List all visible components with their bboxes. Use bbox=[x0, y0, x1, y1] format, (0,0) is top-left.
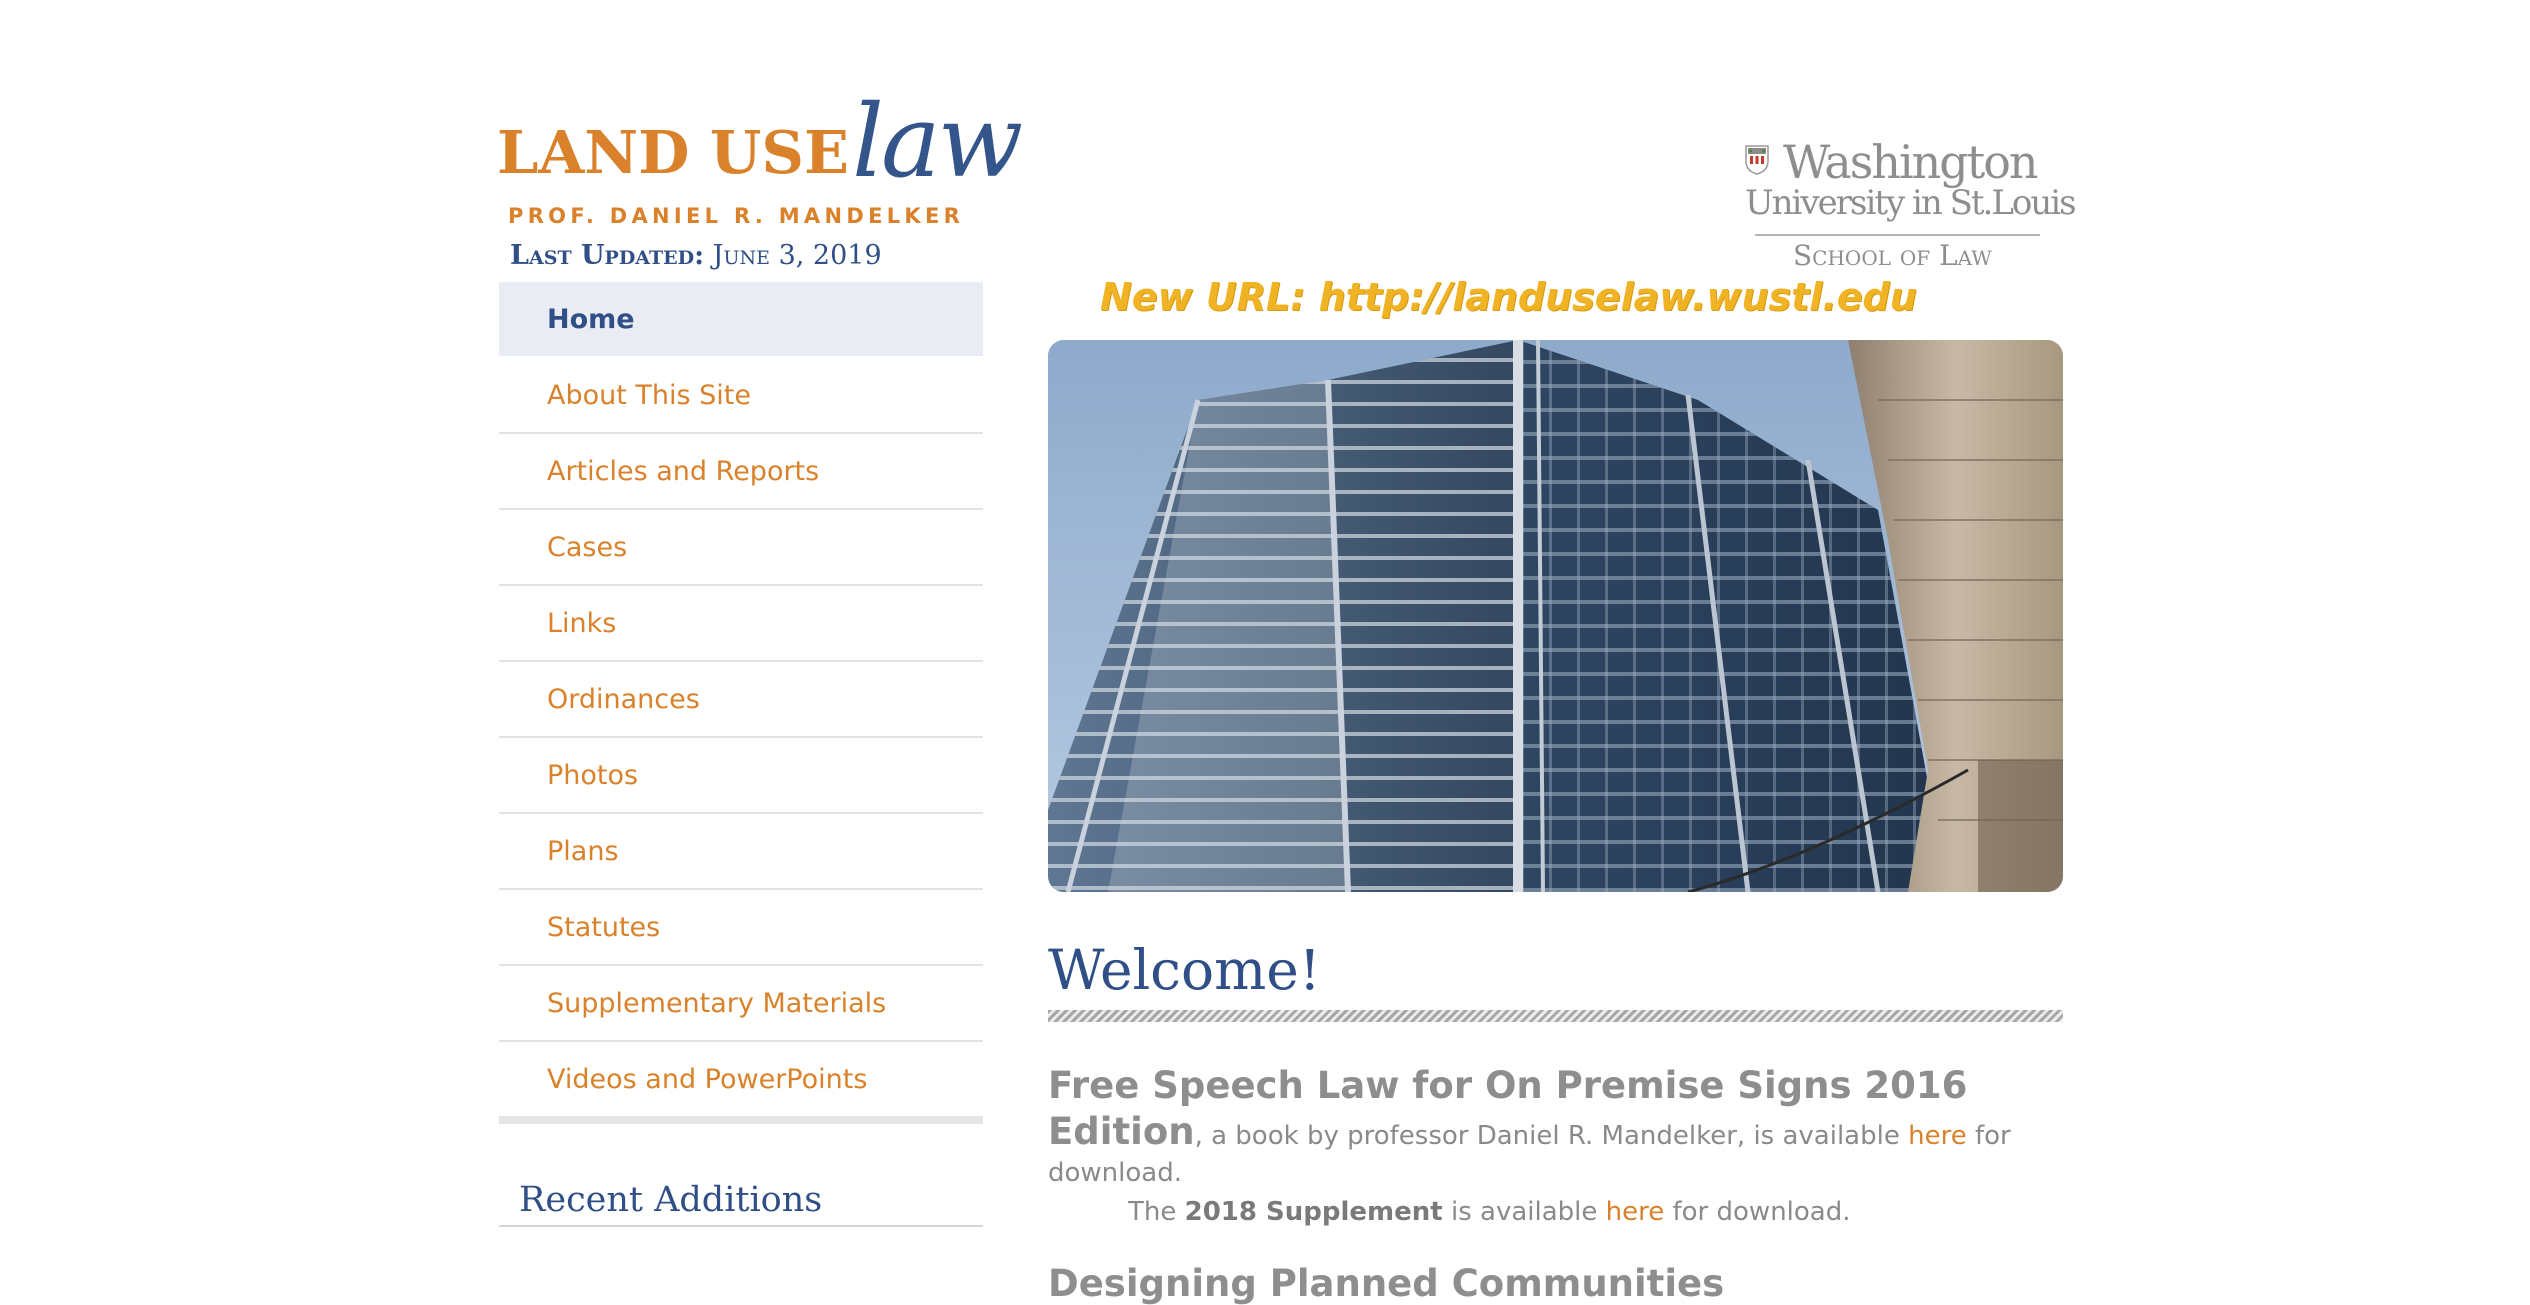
wustl-university: University in St.Louis bbox=[1745, 183, 2077, 223]
wustl-law-logo[interactable]: Washington University in St.Louis School… bbox=[1745, 135, 2077, 275]
site-logo-law[interactable]: law bbox=[852, 92, 1023, 192]
welcome-heading: Welcome! bbox=[1048, 938, 1321, 1002]
page: LAND USE law PROF. DANIEL R. MANDELKER L… bbox=[0, 0, 2530, 1305]
nav-link[interactable]: Photos bbox=[499, 760, 638, 791]
article-title-next: Designing Planned Communities bbox=[1048, 1262, 1725, 1305]
supplement-note: The 2018 Supplement is available here fo… bbox=[1128, 1197, 1851, 1227]
nav-item-supplementary[interactable]: Supplementary Materials bbox=[499, 966, 983, 1042]
supplement-download-link[interactable]: here bbox=[1606, 1197, 1665, 1227]
nav-item-statutes[interactable]: Statutes bbox=[499, 890, 983, 966]
nav-link[interactable]: Plans bbox=[499, 836, 619, 867]
wustl-name: Washington bbox=[1783, 135, 2039, 189]
wustl-school: School of Law bbox=[1793, 239, 1992, 272]
sidebar-nav: Home About This Site Articles and Report… bbox=[499, 282, 983, 1116]
nav-item-home[interactable]: Home bbox=[499, 282, 983, 358]
nav-link[interactable]: Links bbox=[499, 608, 616, 639]
last-updated: Last Updated: June 3, 2019 bbox=[510, 240, 882, 271]
hero-image bbox=[1048, 340, 2063, 892]
article-title-cont: Edition bbox=[1048, 1110, 1195, 1153]
nav-link[interactable]: Supplementary Materials bbox=[499, 988, 886, 1019]
site-author: PROF. DANIEL R. MANDELKER bbox=[508, 204, 965, 228]
article-desc-line2: download. bbox=[1048, 1158, 1182, 1188]
new-url-banner: New URL: http://landuselaw.wustl.edu bbox=[1100, 275, 1917, 319]
supp-mid: is available bbox=[1442, 1197, 1606, 1227]
nav-item-about[interactable]: About This Site bbox=[499, 358, 983, 434]
last-updated-label: Last Updated: bbox=[510, 240, 705, 271]
hatched-divider bbox=[1048, 1010, 2063, 1022]
nav-bottom-bar bbox=[499, 1116, 983, 1124]
nav-link[interactable]: Ordinances bbox=[499, 684, 700, 715]
article-title: Free Speech Law for On Premise Signs 201… bbox=[1048, 1064, 1968, 1107]
shield-icon bbox=[1745, 145, 1769, 175]
nav-link[interactable]: Articles and Reports bbox=[499, 456, 819, 487]
skyscraper-illustration bbox=[1048, 340, 2063, 892]
nav-item-videos[interactable]: Videos and PowerPoints bbox=[499, 1042, 983, 1116]
supp-suffix: for download. bbox=[1664, 1197, 1851, 1227]
divider bbox=[499, 1225, 983, 1227]
article-desc: , a book by professor Daniel R. Mandelke… bbox=[1194, 1121, 1909, 1151]
nav-item-articles[interactable]: Articles and Reports bbox=[499, 434, 983, 510]
nav-link[interactable]: Videos and PowerPoints bbox=[499, 1064, 867, 1095]
nav-item-photos[interactable]: Photos bbox=[499, 738, 983, 814]
last-updated-date: June 3, 2019 bbox=[712, 240, 882, 271]
nav-link[interactable]: About This Site bbox=[499, 380, 751, 411]
nav-link[interactable]: Home bbox=[499, 304, 635, 335]
supp-prefix: The bbox=[1128, 1197, 1185, 1227]
nav-item-plans[interactable]: Plans bbox=[499, 814, 983, 890]
nav-link[interactable]: Cases bbox=[499, 532, 627, 563]
divider bbox=[1755, 234, 2040, 236]
supp-title: 2018 Supplement bbox=[1184, 1197, 1443, 1227]
nav-link[interactable]: Statutes bbox=[499, 912, 660, 943]
nav-item-cases[interactable]: Cases bbox=[499, 510, 983, 586]
nav-item-ordinances[interactable]: Ordinances bbox=[499, 662, 983, 738]
site-logo-text[interactable]: LAND USE bbox=[497, 118, 849, 187]
nav-item-links[interactable]: Links bbox=[499, 586, 983, 662]
download-link[interactable]: here bbox=[1908, 1121, 1967, 1151]
article-desc-after: for bbox=[1966, 1121, 2011, 1151]
recent-additions-heading: Recent Additions bbox=[519, 1180, 823, 1220]
